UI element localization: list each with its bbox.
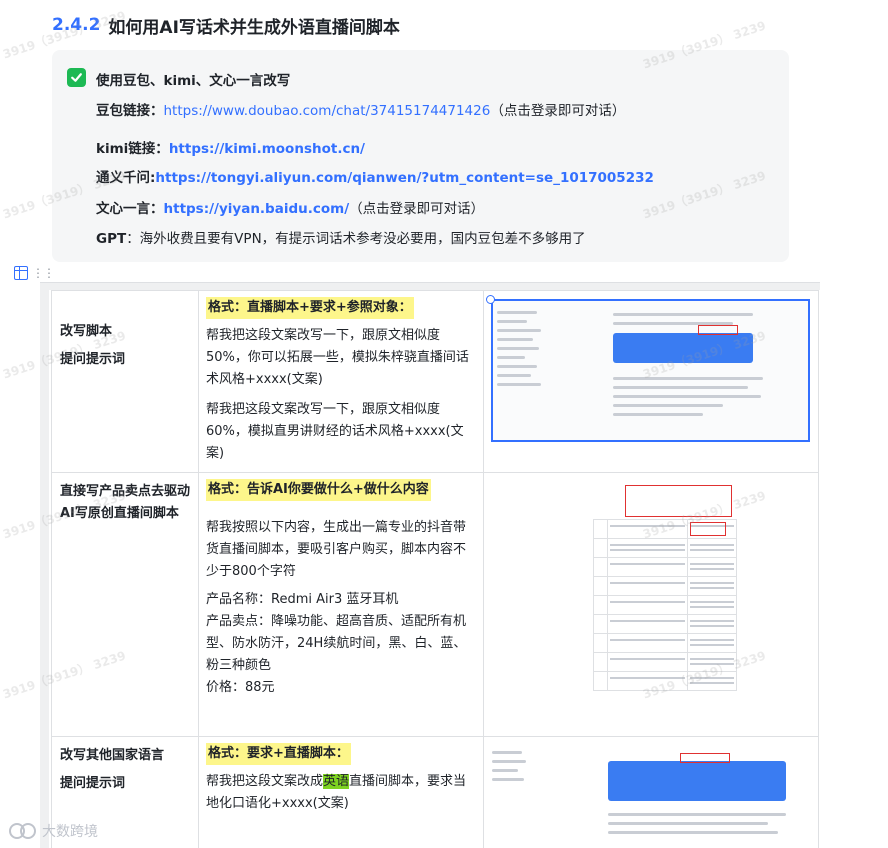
- annotation-box: [625, 485, 732, 517]
- doubao-label: 豆包链接：: [96, 103, 164, 119]
- chat-reply: [608, 807, 786, 840]
- table-row: 改写其他国家语言 提问提示词 格式：要求+直播脚本： 帮我把这段文案改成英语直播…: [51, 736, 819, 848]
- table-toolbar: ⋮⋮: [14, 266, 55, 280]
- table-cell-prompt: 格式：告诉AI你要做什么+做什么内容 帮我按照以下内容，生成出一篇专业的抖音带货…: [198, 472, 484, 737]
- chat-text: [613, 307, 763, 331]
- tongyi-link[interactable]: https://tongyi.aliyun.com/qianwen/?utm_c…: [155, 170, 653, 186]
- brand-logo: 大数跨境: [8, 820, 98, 842]
- annotation-box: [680, 753, 730, 763]
- callout-title: 使用豆包、kimi、文心一言改写: [96, 73, 291, 89]
- chat-message-highlight: [613, 333, 753, 363]
- gpt-text: ：海外收费且要有VPN，有提示词话术参考没必要用，国内豆包差不多够用了: [126, 231, 586, 247]
- prompt-text: 帮我把这段文案改写一下，跟原文相似度60%，模拟直男讲财经的话术风格+xxxx(…: [206, 402, 464, 461]
- table-row-ruler[interactable]: [40, 290, 49, 848]
- english-highlight: 英语: [323, 774, 350, 789]
- table-row: 改写脚本 提问提示词 格式：直播脚本+要求+参照对象： 帮我把这段文案改写一下，…: [51, 290, 819, 473]
- table-row: 直接写产品卖点去驱动 AI写原创直播间脚本 格式：告诉AI你要做什么+做什么内容…: [51, 472, 819, 737]
- format-highlight: 格式：告诉AI你要做什么+做什么内容: [206, 479, 431, 501]
- prompt-text: 帮我把这段文案改成英语直播间脚本，要求当地化口语化+xxxx(文案): [206, 774, 467, 811]
- section-heading: 2.4.2 如何用AI写话术并生成外语直播间脚本: [52, 12, 400, 38]
- table-cell-image: [483, 290, 819, 473]
- annotation-box: [698, 325, 738, 335]
- kimi-label: kimi链接：: [96, 141, 169, 157]
- section-title: 如何用AI写话术并生成外语直播间脚本: [108, 17, 400, 38]
- doubao-link-row: 豆包链接：https://www.doubao.com/chat/3741517…: [96, 99, 625, 119]
- kimi-link[interactable]: https://kimi.moonshot.cn/: [169, 141, 365, 157]
- prompt-table: 改写脚本 提问提示词 格式：直播脚本+要求+参照对象： 帮我把这段文案改写一下，…: [51, 290, 819, 848]
- screenshot-image-selected[interactable]: [491, 299, 810, 442]
- format-highlight: 格式：要求+直播脚本：: [206, 743, 351, 765]
- table-icon[interactable]: [14, 266, 28, 280]
- section-number: 2.4.2: [52, 15, 101, 35]
- table-cell-image: [483, 472, 819, 737]
- screenshot-image[interactable]: [488, 741, 814, 845]
- kimi-link-row: kimi链接：https://kimi.moonshot.cn/: [96, 137, 365, 157]
- gpt-label: GPT: [96, 231, 127, 247]
- wenxin-label: 文心一言：: [96, 201, 164, 217]
- resize-handle[interactable]: [485, 294, 495, 304]
- product-price: 价格：88元: [206, 680, 275, 695]
- chat-message-highlight: [608, 761, 786, 801]
- chat-reply: [613, 371, 763, 422]
- screenshot-image[interactable]: [488, 477, 814, 727]
- wenxin-link[interactable]: https://yiyan.baidu.com/: [164, 201, 350, 217]
- doubao-link[interactable]: https://www.doubao.com/chat/374151744714…: [164, 103, 491, 119]
- prompt-text: 帮我按照以下内容，生成出一篇专业的抖音带货直播间脚本，要吸引客户购买，脚本内容不…: [206, 520, 467, 579]
- drag-handle-icon[interactable]: ⋮⋮: [32, 266, 55, 280]
- table-cell-category: 改写脚本 提问提示词: [51, 290, 199, 473]
- doubao-note: （点击登录即可对话）: [490, 103, 626, 119]
- checkbox-checked-icon[interactable]: [67, 68, 86, 87]
- gpt-row: GPT：海外收费且要有VPN，有提示词话术参考没必要用，国内豆包差不多够用了: [96, 227, 586, 247]
- format-highlight: 格式：直播脚本+要求+参照对象：: [206, 297, 414, 319]
- product-selling-points: 产品卖点：降噪功能、超高音质、适配所有机型、防水防汗，24H续航时间，黑、白、蓝…: [206, 614, 467, 673]
- wenxin-link-row: 文心一言：https://yiyan.baidu.com/（点击登录即可对话）: [96, 197, 484, 217]
- wenxin-note: （点击登录即可对话）: [349, 201, 485, 217]
- table-cell-image: [483, 736, 819, 848]
- prompt-text: 帮我把这段文案改写一下，跟原文相似度50%，你可以拓展一些，模拟朱梓骁直播间话术…: [206, 328, 469, 387]
- table-cell-category: 直接写产品卖点去驱动 AI写原创直播间脚本: [51, 472, 199, 737]
- table-cell-prompt: 格式：直播脚本+要求+参照对象： 帮我把这段文案改写一下，跟原文相似度50%，你…: [198, 290, 484, 473]
- product-name: 产品名称：Redmi Air3 蓝牙耳机: [206, 592, 399, 607]
- tongyi-label: 通义千问:: [96, 170, 156, 186]
- brand-icon: [9, 823, 36, 839]
- brand-name: 大数跨境: [42, 824, 98, 840]
- chat-sidebar: [492, 745, 532, 787]
- tongyi-link-row: 通义千问:https://tongyi.aliyun.com/qianwen/?…: [96, 166, 654, 186]
- chat-sidebar: [497, 305, 547, 436]
- table-cell-prompt: 格式：要求+直播脚本： 帮我把这段文案改成英语直播间脚本，要求当地化口语化+xx…: [198, 736, 484, 848]
- table-column-ruler[interactable]: [40, 282, 820, 290]
- screenshot-table: [593, 519, 737, 691]
- callout-box: 使用豆包、kimi、文心一言改写 豆包链接：https://www.doubao…: [52, 50, 789, 262]
